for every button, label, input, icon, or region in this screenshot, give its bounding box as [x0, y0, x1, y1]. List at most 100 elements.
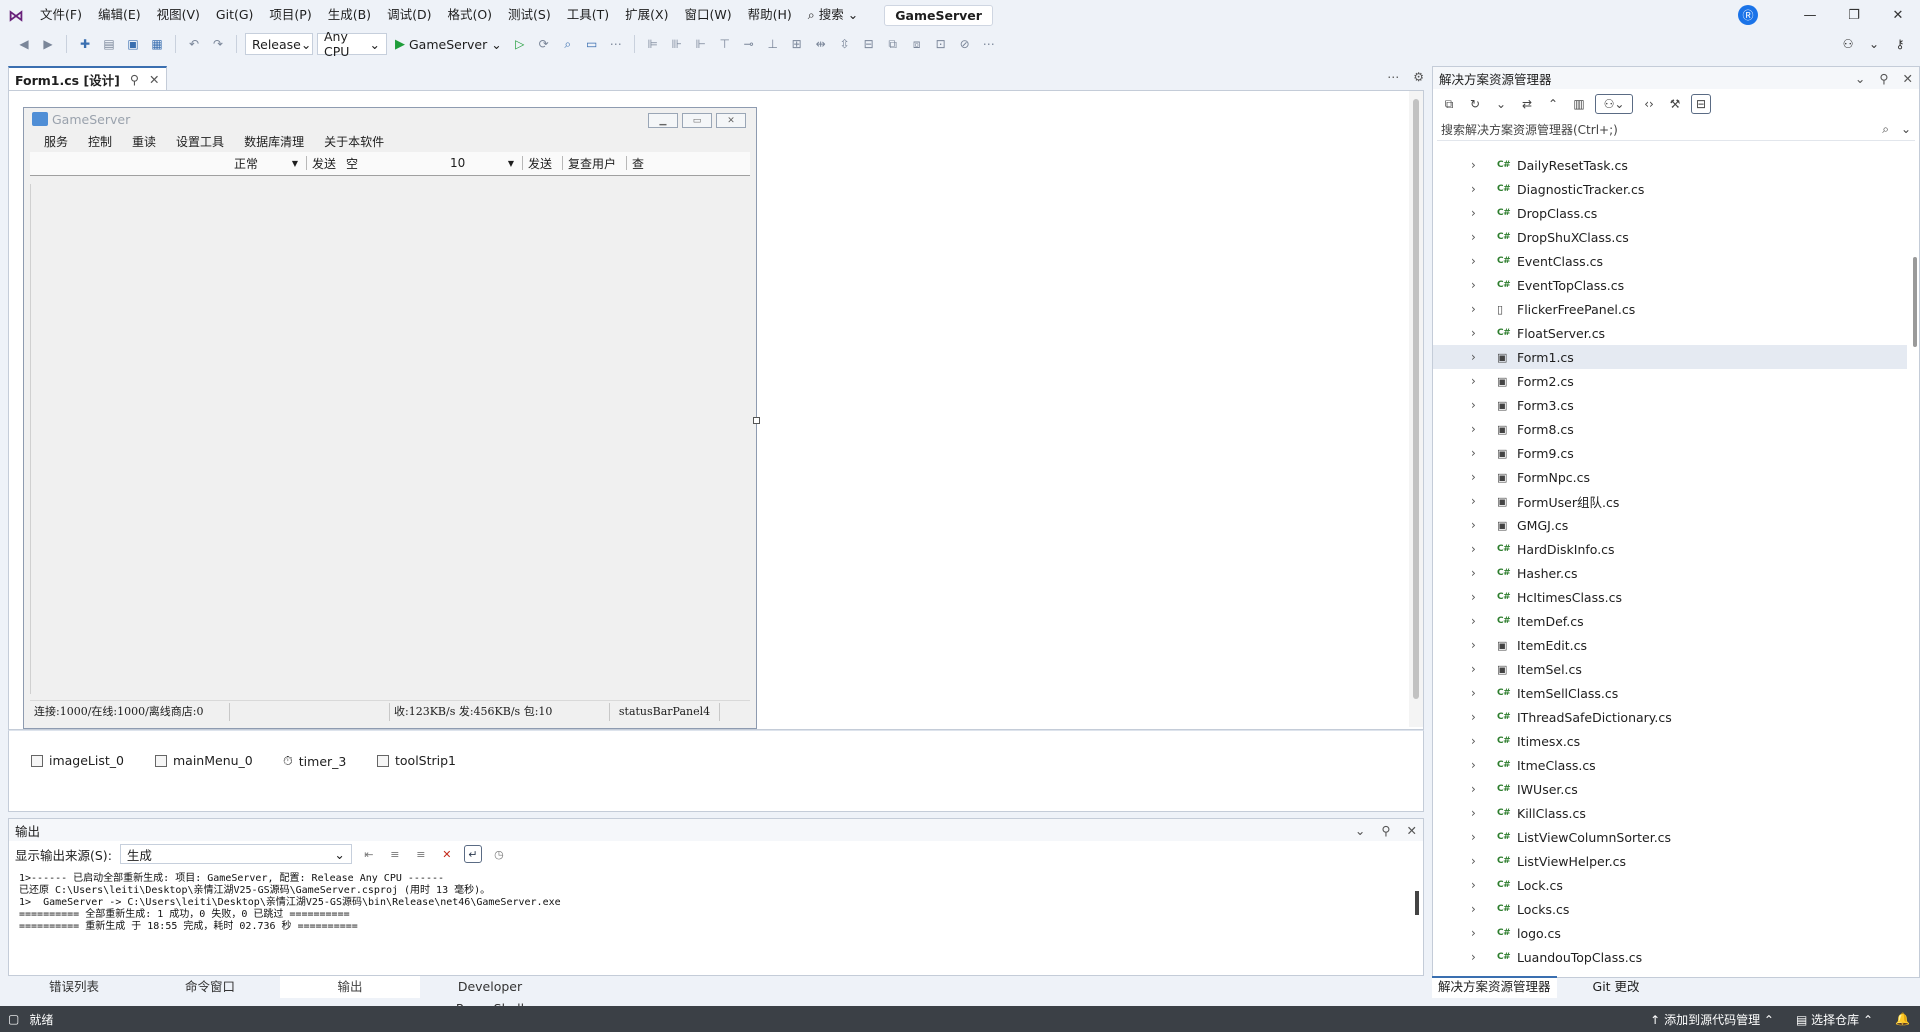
close-icon[interactable]: ✕	[1876, 0, 1920, 30]
send-to-back-icon[interactable]: ⧈	[907, 34, 927, 54]
pending-changes-filter-icon[interactable]: ⚇⌄	[1595, 94, 1633, 114]
expand-chevron-icon[interactable]: ›	[1471, 494, 1476, 508]
tree-item[interactable]: › C# IWUser.cs	[1433, 777, 1907, 801]
minimize-icon[interactable]: ▁	[648, 113, 678, 128]
menu-tools[interactable]: 工具(T)	[559, 3, 617, 27]
tab-form1-designer[interactable]: Form1.cs [设计] ⚲ ✕	[8, 66, 167, 90]
tree-item[interactable]: › C# DiagnosticTracker.cs	[1433, 177, 1907, 201]
timestamp-icon[interactable]: ◷	[490, 845, 508, 863]
pin-icon[interactable]: ⚲	[130, 72, 139, 87]
tree-item[interactable]: › ▣ Form9.cs	[1433, 441, 1907, 465]
component-mainmenu[interactable]: mainMenu_0	[155, 753, 253, 768]
se-scrollbar-thumb[interactable]	[1913, 257, 1917, 347]
tab-solution-explorer[interactable]: 解决方案资源管理器	[1432, 976, 1557, 998]
expand-chevron-icon[interactable]: ›	[1471, 182, 1476, 196]
platform-dropdown[interactable]: Any CPU ⌄	[317, 29, 387, 59]
notification-icon[interactable]: ▢	[8, 1012, 19, 1026]
form-count-combo[interactable]: 10 ▼	[446, 154, 518, 172]
expand-chevron-icon[interactable]: ›	[1471, 398, 1476, 412]
tree-item[interactable]: › C# HcItimesClass.cs	[1433, 585, 1907, 609]
form-recheck-users-button[interactable]: 复查用户	[568, 155, 616, 172]
expand-chevron-icon[interactable]: ›	[1471, 758, 1476, 772]
designed-form-gameserver[interactable]: GameServer ▁ ▭ ✕ 服务 控制 重读 设置工具 数据库清理 关于本…	[23, 107, 757, 729]
expand-chevron-icon[interactable]: ›	[1471, 806, 1476, 820]
expand-chevron-icon[interactable]: ›	[1471, 350, 1476, 364]
tree-item[interactable]: › C# DropClass.cs	[1433, 201, 1907, 225]
expand-chevron-icon[interactable]: ›	[1471, 686, 1476, 700]
tree-item[interactable]: › C# Locks.cs	[1433, 897, 1907, 921]
align-bottoms-icon[interactable]: ⊥	[763, 34, 783, 54]
browser-link-icon[interactable]: ▭	[582, 34, 602, 54]
more-tabs-icon[interactable]: ⋯	[1387, 70, 1399, 84]
close-icon[interactable]: ✕	[1407, 823, 1417, 838]
expand-chevron-icon[interactable]: ›	[1471, 830, 1476, 844]
tree-item[interactable]: › C# HardDiskInfo.cs	[1433, 537, 1907, 561]
expand-chevron-icon[interactable]: ›	[1471, 950, 1476, 964]
save-all-icon[interactable]: ▦	[147, 34, 167, 54]
form-designer-surface[interactable]: GameServer ▁ ▭ ✕ 服务 控制 重读 设置工具 数据库清理 关于本…	[8, 90, 1424, 730]
clear-all-icon[interactable]: ✕	[438, 845, 456, 863]
tree-item[interactable]: › ▣ Form1.cs	[1433, 345, 1907, 369]
expand-chevron-icon[interactable]: ›	[1471, 302, 1476, 316]
form-resize-handle[interactable]	[753, 417, 760, 424]
tree-item[interactable]: › C# IThreadSafeDictionary.cs	[1433, 705, 1907, 729]
expand-chevron-icon[interactable]: ›	[1471, 878, 1476, 892]
maximize-icon[interactable]: ▭	[682, 113, 712, 128]
scrollbar-thumb[interactable]	[1413, 99, 1419, 699]
forward-icon[interactable]: ▶	[38, 34, 58, 54]
show-all-files-icon[interactable]: ▥	[1569, 94, 1589, 114]
form-send-button-1[interactable]: 发送	[312, 155, 336, 172]
align-tops-icon[interactable]: ⊤	[715, 34, 735, 54]
live-share-icon[interactable]: ⚇	[1838, 34, 1858, 54]
menu-edit[interactable]: 编辑(E)	[90, 3, 149, 27]
expand-chevron-icon[interactable]: ›	[1471, 734, 1476, 748]
expand-chevron-icon[interactable]: ›	[1471, 614, 1476, 628]
component-imagelist[interactable]: imageList_0	[31, 753, 124, 768]
menu-help[interactable]: 帮助(H)	[740, 3, 800, 27]
tree-item[interactable]: › C# Hasher.cs	[1433, 561, 1907, 585]
expand-chevron-icon[interactable]: ›	[1471, 854, 1476, 868]
menu-build[interactable]: 生成(B)	[320, 3, 379, 27]
tree-item[interactable]: › ▣ Form2.cs	[1433, 369, 1907, 393]
expand-chevron-icon[interactable]: ›	[1471, 662, 1476, 676]
horizontal-spacing-icon[interactable]: ⇹	[811, 34, 831, 54]
preview-icon[interactable]: ⊟	[1691, 94, 1711, 114]
admin-icon[interactable]: ⚷	[1890, 34, 1910, 54]
tree-item[interactable]: › C# DailyResetTask.cs	[1433, 153, 1907, 177]
align-lefts-icon[interactable]: ⊫	[643, 34, 663, 54]
menu-view[interactable]: 视图(V)	[149, 3, 208, 27]
previous-message-icon[interactable]: ≡	[386, 845, 404, 863]
output-scrollbar-thumb[interactable]	[1415, 891, 1419, 915]
make-same-size-icon[interactable]: ⊞	[787, 34, 807, 54]
search-icon[interactable]: ⌕	[1882, 122, 1889, 137]
tree-item[interactable]: › ▣ GMGJ.cs	[1433, 513, 1907, 537]
word-wrap-icon[interactable]: ↵	[463, 845, 482, 863]
pin-icon[interactable]: ⚲	[1879, 71, 1888, 86]
notifications-bell-icon[interactable]: 🔔	[1895, 1012, 1910, 1026]
tab-output[interactable]: 输出	[280, 976, 420, 998]
form-menu-about[interactable]: 关于本软件	[314, 133, 394, 150]
tree-item[interactable]: › C# ItmeClass.cs	[1433, 753, 1907, 777]
tree-item[interactable]: › ▣ FormUser组队.cs	[1433, 489, 1907, 513]
expand-chevron-icon[interactable]: ›	[1471, 542, 1476, 556]
form-menu-settings-tools[interactable]: 设置工具	[166, 133, 234, 150]
output-source-dropdown[interactable]: 生成 ⌄	[119, 844, 352, 864]
expand-chevron-icon[interactable]: ›	[1471, 254, 1476, 268]
align-rights-icon[interactable]: ⊩	[691, 34, 711, 54]
tree-item[interactable]: › C# EventClass.cs	[1433, 249, 1907, 273]
tree-item[interactable]: › C# EventTopClass.cs	[1433, 273, 1907, 297]
minimize-icon[interactable]: —	[1788, 0, 1832, 30]
tree-item[interactable]: › ▣ Form3.cs	[1433, 393, 1907, 417]
collapse-all-icon[interactable]: ⌃	[1543, 94, 1563, 114]
designer-vertical-scrollbar[interactable]	[1409, 91, 1423, 727]
start-without-debugging-icon[interactable]: ▷	[510, 34, 530, 54]
tree-item[interactable]: › C# logo.cs	[1433, 921, 1907, 945]
configuration-dropdown[interactable]: Release ⌄	[245, 33, 313, 55]
expand-chevron-icon[interactable]: ›	[1471, 206, 1476, 220]
tree-item[interactable]: › C# ListViewHelper.cs	[1433, 849, 1907, 873]
component-timer[interactable]: ⏱ timer_3	[283, 753, 346, 769]
expand-chevron-icon[interactable]: ›	[1471, 278, 1476, 292]
expand-chevron-icon[interactable]: ›	[1471, 422, 1476, 436]
tree-item[interactable]: › ▣ ItemSel.cs	[1433, 657, 1907, 681]
tree-item[interactable]: › C# LuandouTopClass.cs	[1433, 945, 1907, 969]
